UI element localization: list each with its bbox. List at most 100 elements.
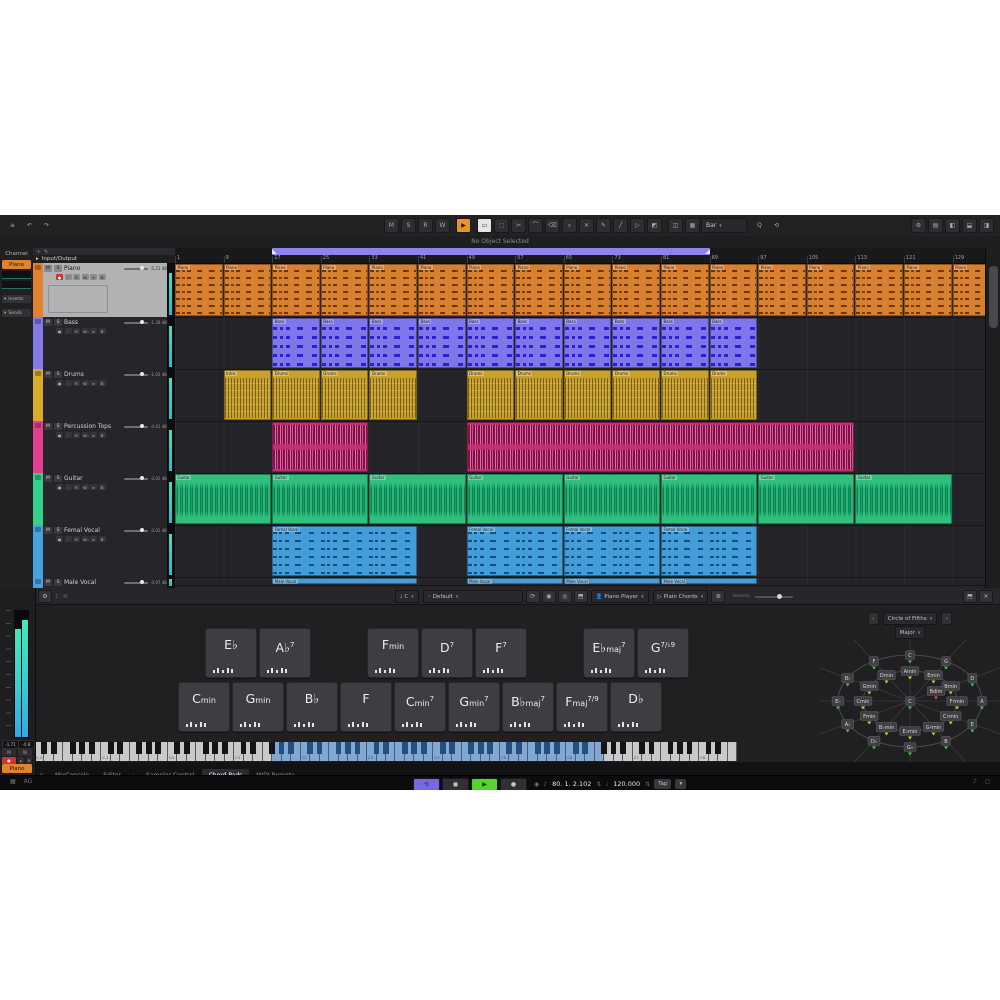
edit-channel-button[interactable]: e — [26, 757, 32, 764]
pads-settings-icon[interactable]: ⚙ — [38, 590, 52, 603]
automation-m-button[interactable]: M — [384, 218, 399, 233]
track-record-button[interactable]: ● — [56, 484, 63, 490]
circle-node-g♭[interactable]: G♭ — [904, 743, 916, 756]
track-row-piano[interactable]: MSPiano-5.21 dB●◦RWe≣ — [33, 263, 175, 318]
clip-bass[interactable]: Bass — [612, 318, 660, 368]
chord-pad-bb[interactable]: B♭ — [286, 682, 338, 732]
chord-pad-gmin7[interactable]: Gmin7 — [448, 682, 500, 732]
track-volume-slider[interactable] — [124, 478, 148, 480]
clip-piano[interactable]: Piano — [564, 264, 612, 316]
track-write-button[interactable]: W — [82, 432, 89, 438]
tempo-mode-select[interactable]: ▾ — [675, 779, 686, 789]
clip-drums[interactable]: Drums — [661, 370, 709, 420]
timeline-ruler[interactable]: 191725334149576573818997105113121129 — [175, 248, 985, 264]
clip-guitar[interactable]: Guitar — [467, 474, 563, 524]
piano-key-black[interactable] — [506, 742, 512, 754]
chord-pad-d7[interactable]: D7 — [421, 628, 473, 678]
punch-icon[interactable]: ◉ — [534, 781, 539, 788]
track-edit-button[interactable]: e — [90, 536, 97, 542]
circle-node-bdim[interactable]: Bdim — [927, 687, 945, 700]
piano-key-black[interactable] — [544, 742, 550, 754]
quantize-label[interactable]: Q — [752, 218, 767, 233]
pads-view-icon[interactable]: ≋ — [63, 593, 68, 600]
clip-piano[interactable]: Piano — [710, 264, 758, 316]
scale-mode-select[interactable]: Major — [895, 626, 926, 639]
track-row-male-vocal[interactable]: MSMale Vocal-3.97 dB●◦RWe≣ — [33, 577, 175, 588]
piano-key-black[interactable] — [639, 742, 645, 754]
undo-icon[interactable]: ↶ — [22, 218, 37, 233]
line-tool[interactable]: ╱ — [613, 218, 628, 233]
cycle-button[interactable]: ⟲ — [413, 778, 440, 791]
clip-drums[interactable]: Drums — [321, 370, 369, 420]
piano-key-black[interactable] — [89, 742, 95, 754]
track-read-button[interactable]: R — [73, 274, 80, 280]
piano-key-black[interactable] — [203, 742, 209, 754]
chord-pad-fmaj7-9[interactable]: Fmaj7/9 — [556, 682, 608, 732]
track-solo-button[interactable]: S — [54, 319, 62, 326]
chord-pad-cmin[interactable]: Cmin — [178, 682, 230, 732]
vertical-scrollbar[interactable] — [985, 248, 1000, 588]
record-enable-button[interactable]: ● — [2, 757, 16, 764]
range-tool[interactable]: ⬚ — [494, 218, 509, 233]
piano-key-black[interactable] — [184, 742, 190, 754]
chord-pad-eb[interactable]: E♭ — [205, 628, 257, 678]
circle-node-b♭[interactable]: B♭ — [842, 674, 854, 687]
clip-femal-vocal[interactable]: Femal Vocal — [564, 526, 660, 576]
track-edit-button[interactable]: e — [90, 432, 97, 438]
clip-guitar[interactable]: Guitar — [661, 474, 757, 524]
adaptive-voicing-icon[interactable]: ⟳ — [526, 590, 540, 603]
piano-key-black[interactable] — [155, 742, 161, 754]
track-row-guitar[interactable]: MSGuitar-3.05 dB●◦RWe≣ — [33, 473, 175, 526]
object-select-tool[interactable]: ▭ — [477, 218, 492, 233]
piano-key-black[interactable] — [516, 742, 522, 754]
track-edit-button[interactable]: e — [90, 274, 97, 280]
maximize-pads-icon[interactable]: ⬒ — [963, 590, 977, 603]
clip-bass[interactable]: Bass — [272, 318, 320, 368]
piano-key-black[interactable] — [222, 742, 228, 754]
chord-pad-db[interactable]: D♭ — [610, 682, 662, 732]
track-lanes-button[interactable]: ≣ — [99, 432, 106, 438]
split-tool[interactable]: ✂ — [511, 218, 526, 233]
piano-key-black[interactable] — [668, 742, 674, 754]
chord-pad-gmin[interactable]: Gmin — [232, 682, 284, 732]
circle-node-f[interactable]: F — [870, 657, 879, 670]
circle-node-gmin[interactable]: Gmin — [860, 682, 878, 695]
track-volume-slider[interactable] — [124, 582, 148, 584]
track-lanes-button[interactable]: ≣ — [99, 274, 106, 280]
output-icon[interactable]: ⬒ — [574, 590, 588, 603]
track-mute-button[interactable]: M — [44, 423, 52, 430]
track-monitor-button[interactable]: ◦ — [65, 536, 72, 542]
piano-key-black[interactable] — [383, 742, 389, 754]
left-zone-icon[interactable]: ◧ — [945, 218, 960, 233]
piano-key-black[interactable] — [307, 742, 313, 754]
piano-key-black[interactable] — [402, 742, 408, 754]
clip-piano[interactable]: Piano — [467, 264, 515, 316]
piano-key-black[interactable] — [649, 742, 655, 754]
circle-node-b♭min[interactable]: B♭min — [876, 722, 897, 735]
clip-bass[interactable]: Bass — [369, 318, 417, 368]
inserts-section[interactable]: ▾ Inserts — [2, 295, 31, 303]
track-volume-slider[interactable] — [124, 322, 148, 324]
record-button[interactable]: ● — [500, 778, 527, 791]
track-row-drums[interactable]: MSDrums-1.03 dB●◦RWe≣ — [33, 369, 175, 422]
track-write-button[interactable]: W — [82, 380, 89, 386]
clip-femal-vocal[interactable]: Femal Vocal — [661, 526, 757, 576]
piano-key-black[interactable] — [136, 742, 142, 754]
redo-icon[interactable]: ↷ — [39, 218, 54, 233]
circle-node-c[interactable]: C — [906, 651, 915, 664]
pads-list-icon[interactable]: ≣ — [711, 590, 725, 603]
track-lanes-button[interactable]: ≣ — [99, 380, 106, 386]
piano-key-black[interactable] — [677, 742, 683, 754]
track-row-femal-vocal[interactable]: MSFemal Vocal-3.05 dB●◦RWe≣ — [33, 525, 175, 578]
windows-icon[interactable]: ▤ — [928, 218, 943, 233]
clip-drums[interactable]: Drums — [467, 370, 515, 420]
clip-percussion-tops[interactable] — [467, 422, 855, 472]
track-monitor-button[interactable]: ◦ — [65, 432, 72, 438]
track-read-button[interactable]: R — [73, 380, 80, 386]
track-volume-slider[interactable] — [124, 268, 148, 270]
clip-piano[interactable]: Piano — [807, 264, 855, 316]
clip-piano[interactable]: Piano — [369, 264, 417, 316]
piano-key-black[interactable] — [355, 742, 361, 754]
iterative-quantize-icon[interactable]: ⟲ — [769, 218, 784, 233]
track-mute-button[interactable]: M — [44, 527, 52, 534]
